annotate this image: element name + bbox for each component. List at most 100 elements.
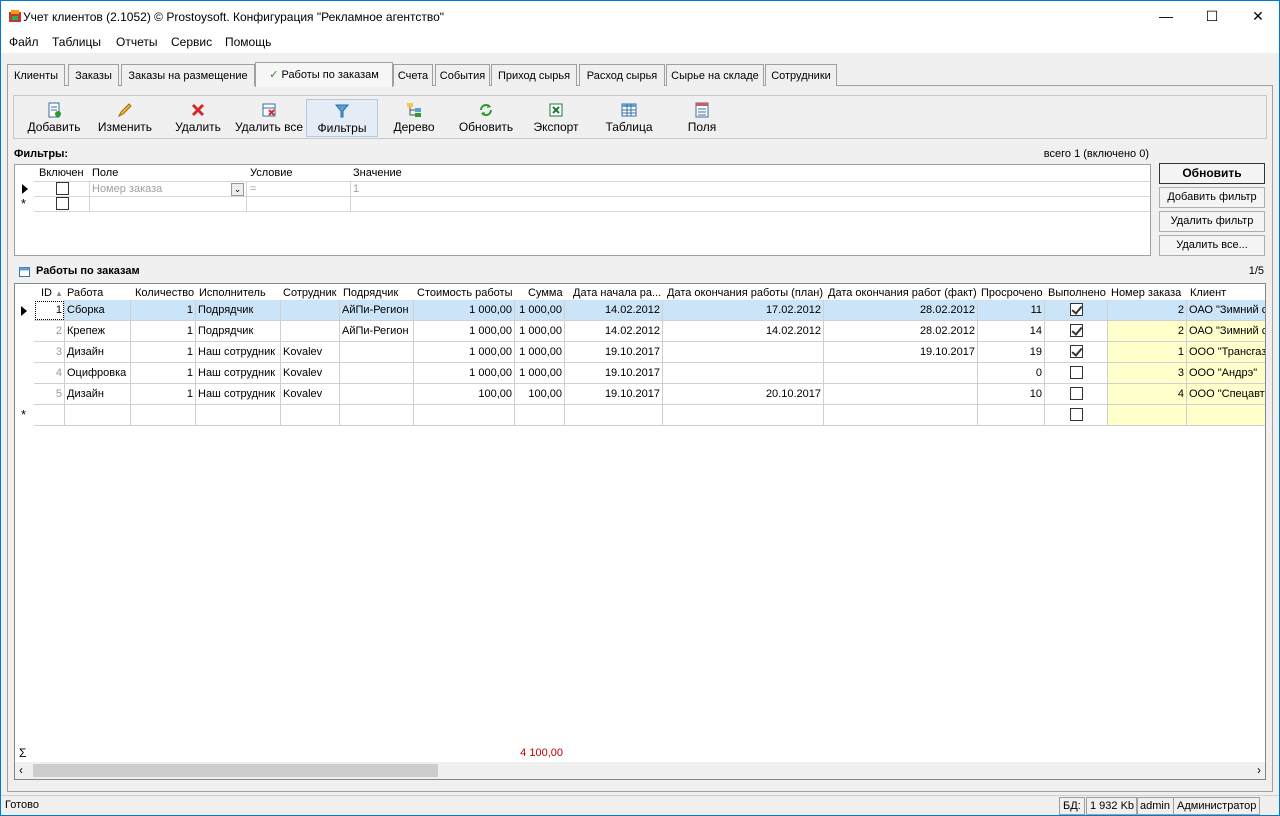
cell-sum[interactable]: 1 000,00 [515, 321, 565, 342]
col-header-id[interactable]: ID ▲ [41, 287, 63, 299]
cell-id[interactable]: 2 [34, 321, 65, 342]
cell-employee[interactable] [281, 405, 340, 426]
done-checkbox[interactable] [1070, 408, 1083, 421]
cell-client[interactable] [1187, 405, 1265, 426]
col-header-overdue[interactable]: Просрочено [981, 287, 1043, 299]
cell-id[interactable] [34, 405, 65, 426]
cell-overdue[interactable]: 14 [978, 321, 1045, 342]
cell-employee[interactable] [281, 300, 340, 321]
cell-end-fact[interactable]: 28.02.2012 [824, 321, 978, 342]
col-header-done[interactable]: Выполнено [1048, 287, 1106, 299]
works-grid[interactable]: ID ▲ Работа Количество Исполнитель Сотру… [14, 283, 1266, 780]
maximize-button[interactable]: ☐ [1189, 1, 1235, 31]
cell-overdue[interactable]: 11 [978, 300, 1045, 321]
cell-client[interactable]: ОАО "Зимний сад" [1187, 300, 1265, 321]
cell-sum[interactable]: 100,00 [515, 384, 565, 405]
cell-contractor[interactable]: АйПи-Регион [340, 300, 414, 321]
close-button[interactable]: ✕ [1235, 1, 1280, 31]
cell-id[interactable]: 5 [34, 384, 65, 405]
done-checkbox[interactable] [1070, 324, 1083, 337]
cell-cost[interactable] [414, 405, 515, 426]
menu-reports[interactable]: Отчеты [116, 35, 157, 49]
cell-order-no[interactable]: 3 [1108, 363, 1187, 384]
edit-button[interactable]: Изменить [94, 99, 156, 137]
cell-executor[interactable] [196, 405, 281, 426]
cell-end-plan[interactable] [663, 342, 824, 363]
cell-id[interactable]: 3 [34, 342, 65, 363]
cell-qty[interactable]: 1 [131, 300, 196, 321]
done-checkbox[interactable] [1070, 387, 1083, 400]
cell-order-no[interactable] [1108, 405, 1187, 426]
col-header-qty[interactable]: Количество [135, 287, 194, 299]
row-indicator[interactable] [15, 342, 34, 363]
tab-clients[interactable]: Клиенты [7, 64, 65, 86]
fields-button[interactable]: Поля [672, 99, 732, 137]
cell-start[interactable]: 19.10.2017 [565, 342, 663, 363]
horizontal-scrollbar[interactable]: ‹ › [15, 762, 1265, 779]
tab-material-expense[interactable]: Расход сырья [579, 64, 665, 86]
cell-start[interactable]: 19.10.2017 [565, 384, 663, 405]
cell-done[interactable] [1045, 363, 1108, 384]
cell-employee[interactable] [281, 321, 340, 342]
cell-end-fact[interactable] [824, 384, 978, 405]
cell-order-no[interactable]: 2 [1108, 321, 1187, 342]
filter-value-value[interactable]: 1 [353, 183, 359, 195]
cell-contractor[interactable] [340, 405, 414, 426]
col-header-executor[interactable]: Исполнитель [199, 287, 266, 299]
cell-cost[interactable]: 1 000,00 [414, 342, 515, 363]
minimize-button[interactable]: — [1143, 1, 1189, 31]
delete-filter-button[interactable]: Удалить фильтр [1159, 211, 1265, 232]
cell-start[interactable]: 19.10.2017 [565, 363, 663, 384]
cell-sum[interactable]: 1 000,00 [515, 363, 565, 384]
col-header-work[interactable]: Работа [67, 287, 103, 299]
add-filter-button[interactable]: Добавить фильтр [1159, 187, 1265, 208]
cell-executor[interactable]: Наш сотрудник [196, 342, 281, 363]
cell-work[interactable] [65, 405, 131, 426]
cell-order-no[interactable]: 1 [1108, 342, 1187, 363]
delete-all-button[interactable]: Удалить все [234, 99, 304, 137]
done-checkbox[interactable] [1070, 345, 1083, 358]
cell-done[interactable] [1045, 342, 1108, 363]
cell-end-plan[interactable]: 20.10.2017 [663, 384, 824, 405]
row-indicator[interactable]: * [15, 405, 34, 426]
row-indicator[interactable] [15, 300, 34, 321]
cell-cost[interactable]: 1 000,00 [414, 363, 515, 384]
filter-condition-value[interactable]: = [250, 183, 256, 195]
cell-contractor[interactable] [340, 342, 414, 363]
cell-executor[interactable]: Подрядчик [196, 300, 281, 321]
scroll-left-icon[interactable]: ‹ [19, 763, 23, 777]
cell-executor[interactable]: Подрядчик [196, 321, 281, 342]
cell-work[interactable]: Оцифровка [65, 363, 131, 384]
cell-end-plan[interactable] [663, 405, 824, 426]
cell-overdue[interactable]: 0 [978, 363, 1045, 384]
cell-order-no[interactable]: 2 [1108, 300, 1187, 321]
menu-service[interactable]: Сервис [171, 35, 212, 49]
cell-qty[interactable]: 1 [131, 342, 196, 363]
cell-executor[interactable]: Наш сотрудник [196, 363, 281, 384]
cell-sum[interactable] [515, 405, 565, 426]
cell-end-fact[interactable] [824, 363, 978, 384]
col-header-end-plan[interactable]: Дата окончания работы (план) [667, 287, 823, 299]
cell-client[interactable]: ООО "Андрэ" [1187, 363, 1265, 384]
col-header-order-no[interactable]: Номер заказа [1111, 287, 1181, 299]
cell-order-no[interactable]: 4 [1108, 384, 1187, 405]
cell-done[interactable] [1045, 300, 1108, 321]
done-checkbox[interactable] [1070, 366, 1083, 379]
cell-id[interactable]: 4 [34, 363, 65, 384]
cell-overdue[interactable]: 10 [978, 384, 1045, 405]
done-checkbox[interactable] [1070, 303, 1083, 316]
row-indicator[interactable] [15, 384, 34, 405]
cell-qty[interactable]: 1 [131, 321, 196, 342]
col-header-client[interactable]: Клиент [1190, 287, 1226, 299]
cell-end-fact[interactable]: 28.02.2012 [824, 300, 978, 321]
cell-work[interactable]: Дизайн [65, 342, 131, 363]
tab-events[interactable]: События [435, 64, 490, 86]
col-header-cost[interactable]: Стоимость работы [417, 287, 512, 299]
cell-qty[interactable]: 1 [131, 384, 196, 405]
filters-button[interactable]: Фильтры [306, 99, 378, 137]
cell-work[interactable]: Дизайн [65, 384, 131, 405]
cell-start[interactable]: 14.02.2012 [565, 300, 663, 321]
chevron-down-icon[interactable]: ⌄ [231, 183, 244, 196]
cell-contractor[interactable] [340, 384, 414, 405]
tab-placement-orders[interactable]: Заказы на размещение [121, 64, 255, 86]
